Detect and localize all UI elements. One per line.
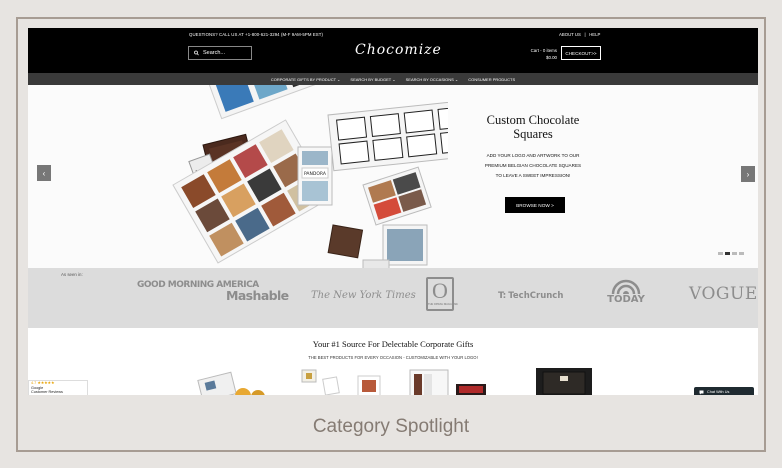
today-show-logo: TODAY — [604, 279, 648, 305]
search-icon — [194, 50, 199, 56]
chat-bubble-icon — [699, 390, 704, 394]
hero-subtitle-line3: TO LEAVE A SWEET IMPRESSION! — [495, 173, 571, 178]
cart-total: $0.00 — [546, 55, 557, 60]
hero-subtitle: ADD YOUR LOGO AND ARTWORK TO OUR PREMIUM… — [468, 151, 598, 181]
good-morning-america-logo: GOOD MORNING AMERICA — [137, 280, 259, 290]
about-us-link[interactable]: ABOUT US — [559, 32, 581, 37]
product-images-row — [197, 368, 592, 395]
oprah-magazine-text: THE OPRAH MAGAZINE — [428, 303, 458, 306]
google-reviews-badge[interactable]: 4.7 ★★★★★ Google Customer Reviews — [28, 380, 88, 395]
cart-summary[interactable]: Cart - 0 items $0.00 — [525, 47, 557, 61]
press-logos-strip: As seen in: GOOD MORNING AMERICA Mashabl… — [28, 268, 758, 328]
carousel-dot-1[interactable] — [718, 252, 723, 255]
carousel-prev-button[interactable]: ‹ — [37, 165, 51, 181]
carousel-dot-2[interactable] — [725, 252, 730, 255]
search-box[interactable] — [188, 46, 252, 60]
techcrunch-logo: T: TechCrunch — [498, 291, 563, 301]
top-links: ABOUT US | HELP — [559, 32, 600, 37]
svg-text:PANDORA: PANDORA — [304, 171, 327, 177]
new-york-times-logo: The New York Times — [311, 290, 416, 301]
hero-banner: VIVE PANDORA — [28, 85, 758, 268]
as-seen-in-label: As seen in: — [61, 272, 83, 277]
reviews-label: Customer Reviews — [31, 390, 63, 394]
search-input[interactable] — [203, 50, 251, 56]
hero-subtitle-line1: ADD YOUR LOGO AND ARTWORK TO OUR — [486, 153, 580, 158]
checkout-button[interactable]: CHECKOUT>> — [561, 46, 601, 60]
hero-subtitle-line2: PREMIUM BELGIAN CHOCOLATE SQUARES — [484, 163, 582, 168]
nav-item-search-by-budget[interactable]: SEARCH BY BUDGET ⌄ — [350, 77, 395, 82]
slide-caption: Category Spotlight — [312, 416, 470, 437]
carousel-dots — [718, 252, 744, 255]
oprah-o-letter: O — [432, 278, 448, 303]
vogue-logo: VOGUE — [689, 284, 758, 304]
section-title: Your #1 Source For Delectable Corporate … — [312, 339, 474, 349]
techcrunch-mark-icon: T: — [498, 291, 506, 301]
nav-item-corporate-gifts[interactable]: CORPORATE GIFTS BY PRODUCT ⌄ — [271, 77, 341, 82]
nav-item-consumer-products[interactable]: CONSUMER PRODUCTS — [468, 77, 515, 82]
top-bar: QUESTIONS? CALL US AT +1-800-621-3294 (M… — [28, 28, 758, 73]
carousel-dot-4[interactable] — [739, 252, 744, 255]
brand-logo[interactable]: Chocomize — [355, 42, 442, 58]
nav-item-search-by-occasions[interactable]: SEARCH BY OCCASIONS ⌄ — [406, 77, 459, 82]
cart-items-count: Cart - 0 items — [530, 48, 557, 53]
chat-label: Chat With Us — [707, 390, 730, 394]
oprah-magazine-logo: O THE OPRAH MAGAZINE — [426, 277, 458, 311]
carousel-dot-3[interactable] — [732, 252, 737, 255]
main-nav: CORPORATE GIFTS BY PRODUCT ⌄ SEARCH BY B… — [28, 73, 758, 85]
website-screenshot: QUESTIONS? CALL US AT +1-800-621-3294 (M… — [28, 28, 758, 395]
today-sunrise-icon — [611, 279, 641, 294]
contact-phone-text: QUESTIONS? CALL US AT +1-800-621-3294 (M… — [189, 32, 324, 37]
chocolate-squares-image: VIVE PANDORA — [172, 85, 448, 268]
chevron-right-icon: › — [746, 169, 750, 179]
carousel-next-button[interactable]: › — [741, 166, 755, 182]
hero-title: Custom Chocolate Squares — [486, 113, 580, 141]
section-subtitle: THE BEST PRODUCTS FOR EVERY OCCASION - C… — [308, 355, 478, 360]
chevron-left-icon: ‹ — [42, 168, 46, 178]
top-links-divider: | — [582, 32, 588, 37]
techcrunch-text: TechCrunch — [508, 291, 564, 301]
slide-frame: QUESTIONS? CALL US AT +1-800-621-3294 (M… — [16, 17, 766, 452]
chat-with-us-button[interactable]: Chat With Us — [694, 387, 754, 395]
browse-now-button[interactable]: BROWSE NOW > — [505, 197, 565, 213]
today-text: TODAY — [607, 294, 645, 305]
mashable-logo: Mashable — [226, 288, 289, 303]
help-link[interactable]: HELP — [589, 32, 600, 37]
